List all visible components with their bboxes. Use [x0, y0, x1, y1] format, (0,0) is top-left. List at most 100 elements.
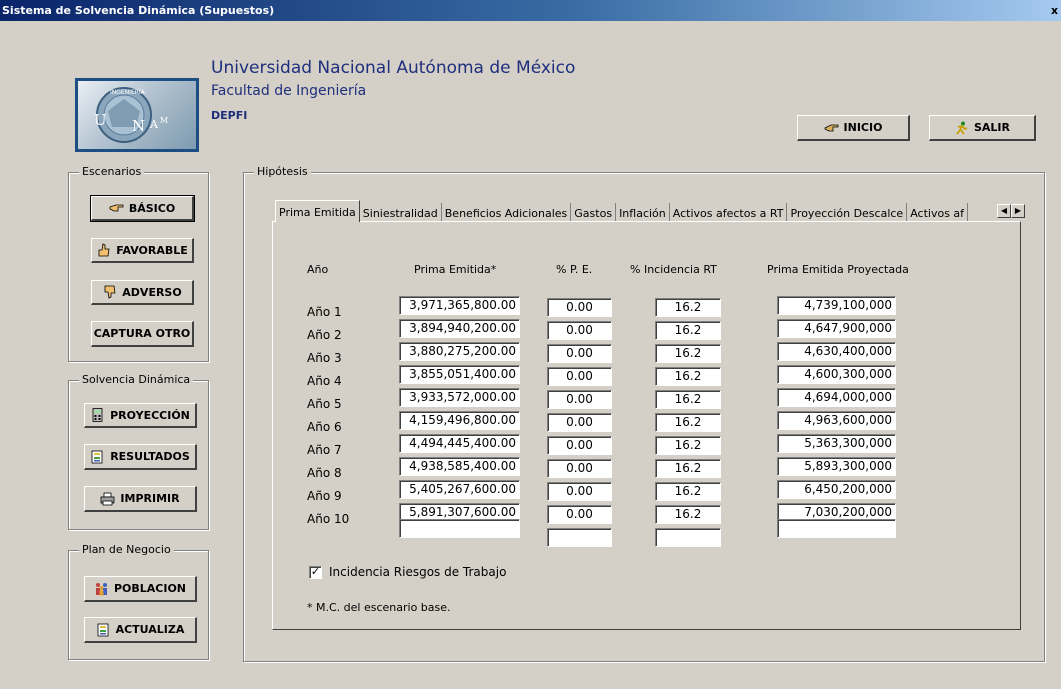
incidencia-field[interactable]: 16.2 [655, 367, 721, 386]
proyectada-field[interactable]: 5,893,300,000 [777, 457, 896, 476]
prima-field[interactable]: 3,894,940,200.00 [399, 319, 520, 338]
year-label: Año 5 [307, 397, 342, 411]
thumbs-down-icon [102, 285, 117, 299]
column-header-proyectada: Prima Emitida Proyectada [767, 263, 909, 276]
division-name: DEPFI [211, 109, 248, 122]
year-label: Año 4 [307, 374, 342, 388]
pe-field[interactable]: 0.00 [547, 298, 612, 317]
pe-field[interactable]: 0.00 [547, 367, 612, 386]
tab-beneficios-adicionales[interactable]: Beneficios Adicionales [442, 203, 572, 221]
prima-field[interactable]: 3,971,365,800.00 [399, 296, 520, 315]
favorable-label: FAVORABLE [116, 243, 188, 257]
prima-field[interactable]: 3,880,275,200.00 [399, 342, 520, 361]
pointing-hand-icon [109, 201, 124, 215]
resultados-label: RESULTADOS [110, 450, 190, 463]
prima-field[interactable]: 4,159,496,800.00 [399, 411, 520, 430]
incidencia-field[interactable]: 16.2 [655, 482, 721, 501]
tab-activos-af[interactable]: Activos af [907, 203, 969, 221]
incidencia-field[interactable]: 16.2 [655, 344, 721, 363]
actualiza-button[interactable]: ACTUALIZA [84, 617, 197, 643]
pe-field[interactable]: 0.00 [547, 505, 612, 524]
running-man-icon [954, 121, 969, 135]
logo-letter-a: A [149, 118, 159, 131]
pe-field[interactable]: 0.00 [547, 344, 612, 363]
pe-field[interactable]: 0.00 [547, 390, 612, 409]
basico-button[interactable]: BÁSICO [90, 195, 195, 222]
printer-icon [100, 492, 115, 506]
tab-prima-emitida[interactable]: Prima Emitida [275, 200, 360, 222]
poblacion-button[interactable]: POBLACION [84, 576, 197, 602]
year-label: Año 7 [307, 443, 342, 457]
pe-field[interactable]: 0.00 [547, 459, 612, 478]
tab-strip: Prima Emitida Siniestralidad Beneficios … [275, 200, 998, 222]
incidencia-field[interactable]: 16.2 [655, 298, 721, 317]
year-label: Año 8 [307, 466, 342, 480]
people-icon [94, 582, 109, 596]
resultados-button[interactable]: RESULTADOS [84, 444, 197, 470]
favorable-button[interactable]: FAVORABLE [91, 238, 194, 263]
faculty-name: Facultad de Ingeniería [211, 83, 367, 99]
pe-field[interactable] [547, 528, 612, 547]
proyectada-field[interactable] [777, 519, 896, 538]
year-label: Año 6 [307, 420, 342, 434]
year-label: Año 3 [307, 351, 342, 365]
prima-field[interactable]: 4,494,445,400.00 [399, 434, 520, 453]
incidencia-field[interactable]: 16.2 [655, 413, 721, 432]
pe-field[interactable]: 0.00 [547, 436, 612, 455]
incidencia-field[interactable]: 16.2 [655, 459, 721, 478]
column-header-incidencia: % Incidencia RT [630, 263, 717, 276]
solvencia-legend: Solvencia Dinámica [79, 374, 194, 386]
pe-field[interactable]: 0.00 [547, 482, 612, 501]
incidencia-field[interactable]: 16.2 [655, 505, 721, 524]
tab-gastos[interactable]: Gastos [571, 203, 617, 221]
tab-scroll-left-icon[interactable]: ◀ [997, 204, 1011, 218]
proyectada-field[interactable]: 4,739,100,000 [777, 296, 896, 315]
tab-scroll-right-icon[interactable]: ▶ [1011, 204, 1025, 218]
tab-activos-afectos-rt[interactable]: Activos afectos a RT [670, 203, 788, 221]
actualiza-label: ACTUALIZA [115, 623, 185, 636]
proyeccion-button[interactable]: PROYECCIÓN [84, 403, 197, 428]
poblacion-label: POBLACION [113, 582, 187, 595]
proyectada-field[interactable]: 4,630,400,000 [777, 342, 896, 361]
thumbs-up-icon [96, 243, 111, 257]
proyectada-field[interactable]: 5,363,300,000 [777, 434, 896, 453]
footnote: * M.C. del escenario base. [307, 601, 451, 614]
incidencia-field[interactable]: 16.2 [655, 321, 721, 340]
proyectada-field[interactable]: 4,600,300,000 [777, 365, 896, 384]
incidencia-field[interactable]: 16.2 [655, 436, 721, 455]
prima-field[interactable]: 4,938,585,400.00 [399, 457, 520, 476]
prima-field[interactable]: 3,855,051,400.00 [399, 365, 520, 384]
pe-field[interactable]: 0.00 [547, 413, 612, 432]
tab-inflacion[interactable]: Inflación [616, 203, 670, 221]
logo-letter-n: N [132, 117, 145, 135]
report-icon [96, 623, 111, 637]
year-label: Año 2 [307, 328, 342, 342]
incidencia-field[interactable]: 16.2 [655, 390, 721, 409]
imprimir-button[interactable]: IMPRIMIR [84, 486, 197, 512]
proyectada-field[interactable]: 4,694,000,000 [777, 388, 896, 407]
adverso-button[interactable]: ADVERSO [91, 280, 194, 305]
prima-field[interactable]: 3,933,572,000.00 [399, 388, 520, 407]
imprimir-label: IMPRIMIR [120, 492, 180, 505]
prima-field[interactable]: 5,405,267,600.00 [399, 480, 520, 499]
tab-siniestralidad[interactable]: Siniestralidad [360, 203, 442, 221]
pe-field[interactable]: 0.00 [547, 321, 612, 340]
proyectada-field[interactable]: 4,647,900,000 [777, 319, 896, 338]
captura-otro-button[interactable]: CAPTURA OTRO [91, 321, 194, 347]
incidencia-field[interactable] [655, 528, 721, 547]
title-bar: Sistema de Solvencia Dinámica (Supuestos… [0, 0, 1061, 21]
tab-proyeccion-descalce[interactable]: Proyección Descalce [787, 203, 908, 221]
logo-letter-u: U [94, 111, 107, 129]
incidencia-checkbox[interactable]: ✓ [309, 566, 322, 579]
inicio-label: INICIO [843, 121, 883, 134]
report-icon [90, 450, 105, 464]
close-icon[interactable]: x [1051, 0, 1061, 21]
logo-seal-text: INGENIERÍA [110, 89, 146, 96]
incidencia-checkbox-label[interactable]: Incidencia Riesgos de Trabajo [329, 565, 506, 579]
inicio-button[interactable]: INICIO [797, 115, 910, 141]
salir-button[interactable]: SALIR [929, 115, 1036, 141]
hipotesis-legend: Hipótesis [254, 166, 311, 178]
proyectada-field[interactable]: 4,963,600,000 [777, 411, 896, 430]
proyectada-field[interactable]: 6,450,200,000 [777, 480, 896, 499]
prima-field[interactable] [399, 519, 520, 538]
